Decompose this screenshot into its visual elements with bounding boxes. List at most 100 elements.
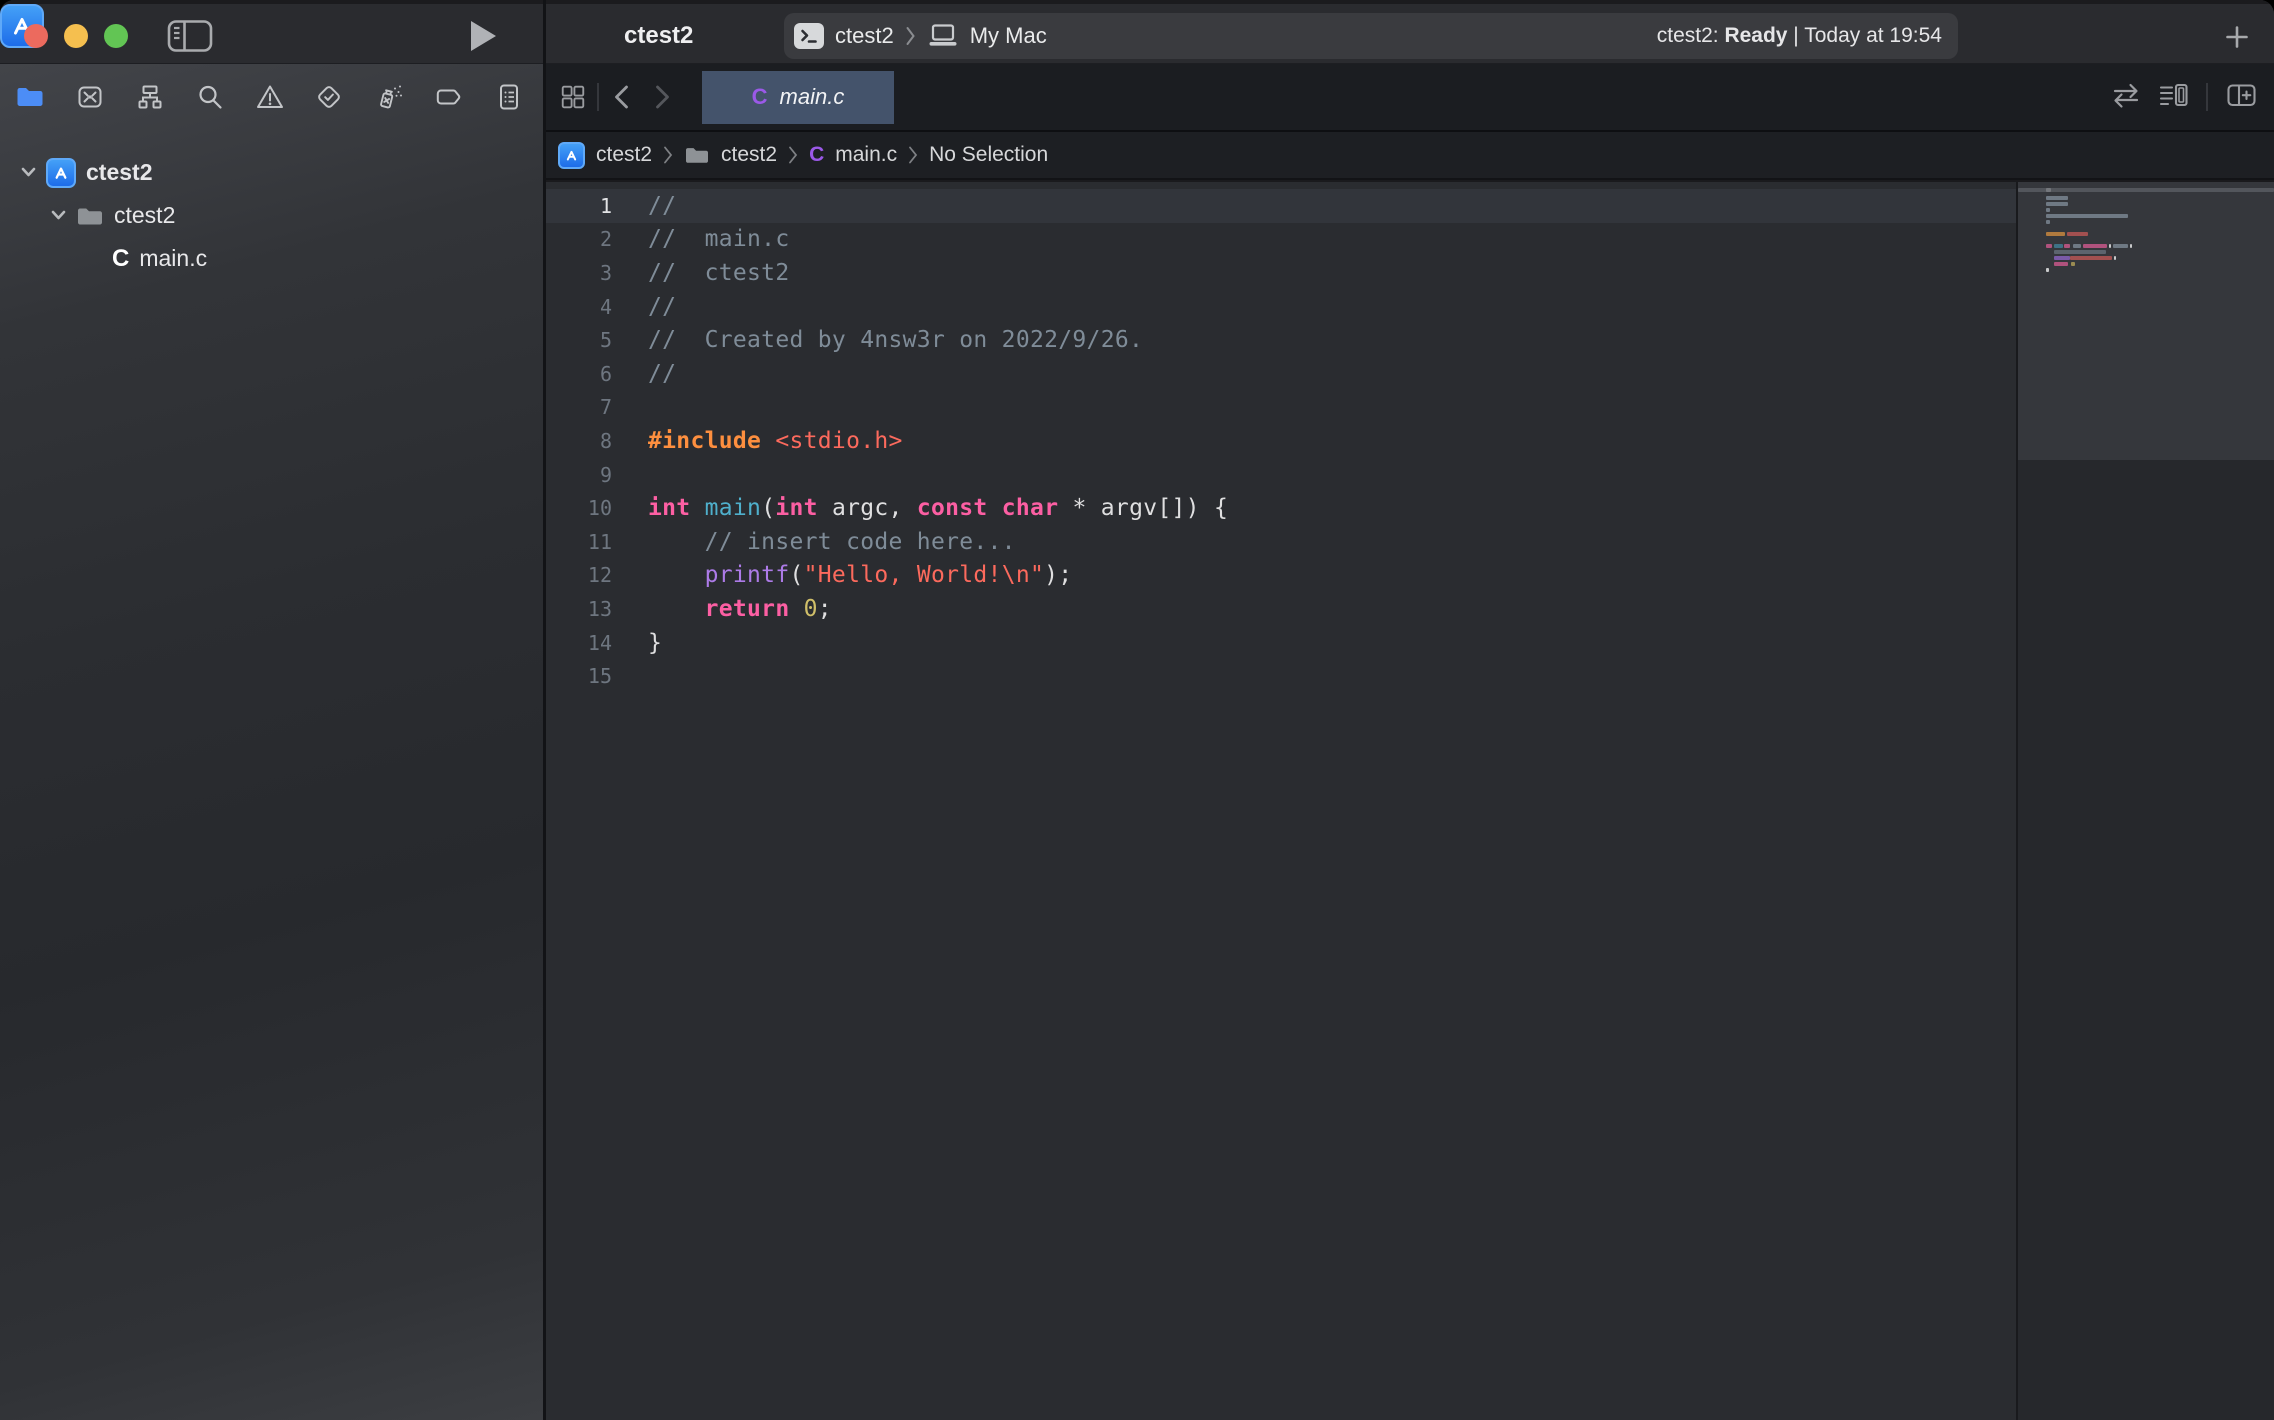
minimap-line [2054,256,2070,260]
code-line[interactable]: 5// Created by 4nsw3r on 2022/9/26. [546,323,2016,357]
tree-row-project[interactable]: ctest2 [0,151,543,194]
chevron-separator-icon [663,146,673,164]
chevron-right-icon [905,26,916,46]
code-line[interactable]: 12 printf("Hello, World!\n"); [546,559,2016,593]
line-number[interactable]: 5 [546,328,612,352]
code-line[interactable]: 15 [546,659,2016,693]
source-editor[interactable]: 1//2// main.c3// ctest24//5// Created by… [546,182,2016,1420]
code-line[interactable]: 10int main(int argc, const char * argv[]… [546,491,2016,525]
minimap-line [2046,188,2051,192]
source-control-navigator-icon[interactable] [74,81,106,113]
editor-layout-button[interactable] [558,82,588,112]
code-line[interactable]: 1// [546,189,2016,223]
minimap-line [2114,256,2116,260]
disclosure-chevron-icon[interactable] [20,167,36,178]
folder-icon [684,144,710,166]
zoom-window-button[interactable] [104,24,128,48]
toggle-navigator-sidebar-button[interactable] [166,19,214,53]
run-button[interactable] [468,20,498,52]
title-bar: ctest2 ctest2 My Mac [0,0,2274,64]
code-rows: 1//2// main.c3// ctest24//5// Created by… [546,182,2016,693]
tree-label: ctest2 [86,159,152,186]
breakpoint-navigator-icon[interactable] [433,81,465,113]
disclosure-chevron-icon[interactable] [50,210,66,221]
minimap-line [2113,244,2128,248]
window-project-title: ctest2 [624,4,693,68]
terminal-target-icon [794,23,824,49]
adjust-editor-options-button[interactable] [2157,80,2189,115]
tab-main-c[interactable]: C main.c [702,71,894,124]
code-line[interactable]: 4// [546,290,2016,324]
minimap-line [2054,244,2063,248]
jumpbar-segment-selection[interactable]: No Selection [929,143,1048,167]
code-text: printf("Hello, World!\n"); [612,562,1072,588]
chevron-separator-icon [908,146,918,164]
find-navigator-icon[interactable] [194,81,226,113]
minimap-line [2046,268,2049,272]
line-number[interactable]: 11 [546,530,612,554]
tree-row-main-c[interactable]: C main.c [0,237,543,280]
scheme-destination-label[interactable]: My Mac [970,23,1047,49]
line-number[interactable]: 13 [546,597,612,621]
symbol-navigator-icon[interactable] [134,81,166,113]
line-number[interactable]: 6 [546,362,612,386]
code-review-button[interactable] [2110,80,2142,115]
minimap-line [2046,214,2128,218]
tabbar-right-controls [2110,80,2274,115]
line-number[interactable]: 14 [546,631,612,655]
line-number[interactable]: 15 [546,664,612,688]
code-line[interactable]: 2// main.c [546,223,2016,257]
go-forward-button[interactable] [650,82,676,112]
test-navigator-icon[interactable] [313,81,345,113]
code-line[interactable]: 3// ctest2 [546,256,2016,290]
issue-navigator-icon[interactable] [254,81,286,113]
minimap-line [2067,232,2088,236]
go-back-button[interactable] [608,82,634,112]
close-window-button[interactable] [24,24,48,48]
toolbar-center-pill: ctest2 My Mac ctest2: Ready | Today at 1… [784,13,1958,59]
code-line[interactable]: 13 return 0; [546,592,2016,626]
report-navigator-icon[interactable] [493,81,525,113]
code-text: // [612,361,676,387]
line-number[interactable]: 2 [546,227,612,251]
code-text: // insert code here... [612,529,1016,555]
code-line[interactable]: 7 [546,391,2016,425]
line-number[interactable]: 3 [546,261,612,285]
tab-label: main.c [780,84,845,110]
line-number[interactable]: 12 [546,563,612,587]
line-number[interactable]: 4 [546,295,612,319]
code-line[interactable]: 6// [546,357,2016,391]
project-navigator-icon[interactable] [14,81,46,113]
minimap-line [2046,202,2068,206]
line-number[interactable]: 8 [546,429,612,453]
scheme-selector[interactable]: ctest2 My Mac [794,23,1047,49]
tree-row-group[interactable]: ctest2 [0,194,543,237]
code-text: // ctest2 [612,260,789,286]
code-line[interactable]: 11 // insert code here... [546,525,2016,559]
code-text: #include <stdio.h> [612,428,903,454]
library-add-button[interactable] [2220,21,2254,53]
code-line[interactable]: 14} [546,626,2016,660]
debug-navigator-icon[interactable] [373,81,405,113]
jumpbar-segment-group[interactable]: ctest2 [721,143,777,167]
jumpbar-segment-file[interactable]: main.c [835,143,897,167]
line-number[interactable]: 9 [546,463,612,487]
code-line[interactable]: 8#include <stdio.h> [546,424,2016,458]
line-number[interactable]: 1 [546,194,612,218]
minimap-line [2054,250,2106,254]
minimize-window-button[interactable] [64,24,88,48]
line-number[interactable]: 7 [546,395,612,419]
scheme-target-label[interactable]: ctest2 [835,23,894,49]
minimap[interactable] [2018,182,2274,1420]
add-editor-button[interactable] [2225,80,2258,115]
c-file-icon: C [752,84,768,110]
chevron-separator-icon [788,146,798,164]
minimap-line [2070,256,2112,260]
code-text: // [612,294,676,320]
minimap-line [2046,232,2065,236]
minimap-line [2054,262,2068,266]
code-line[interactable]: 9 [546,458,2016,492]
activity-status-display[interactable]: ctest2: Ready | Today at 19:54 [1657,24,1942,48]
line-number[interactable]: 10 [546,496,612,520]
jumpbar-segment-project[interactable]: ctest2 [596,143,652,167]
